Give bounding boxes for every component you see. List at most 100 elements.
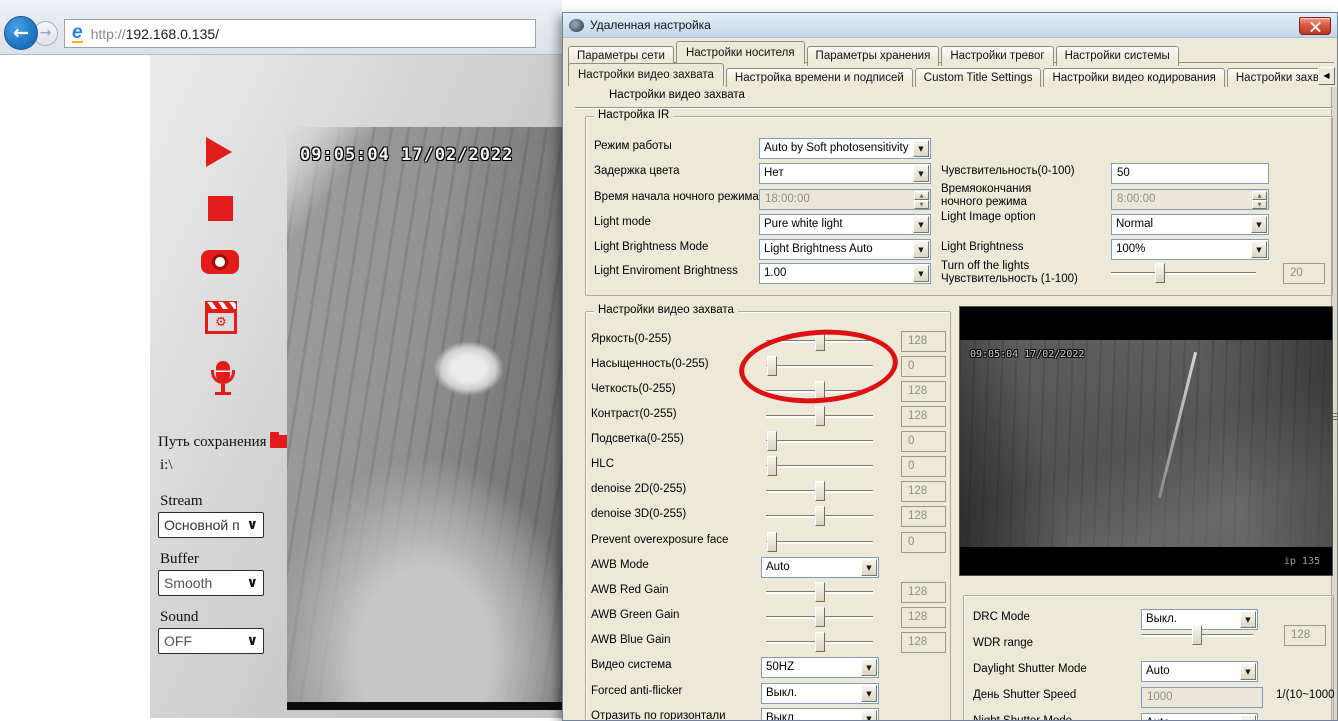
tab-media[interactable]: Настройки носителя [676, 41, 805, 64]
gear-icon: ⚙ [205, 310, 237, 334]
chevron-down-icon: ▼ [1240, 663, 1256, 680]
chevron-down-icon: ∨ [247, 517, 258, 533]
denoise-2d-slider[interactable] [766, 481, 873, 502]
brightness-value: 128 [901, 331, 946, 352]
live-video: 09:05:04 17/02/2022 [287, 127, 562, 710]
sensitivity-input[interactable]: 50 [1111, 163, 1269, 184]
ie-icon: e [72, 24, 83, 43]
preview-timestamp: 09:05:04 17/02/2022 [970, 349, 1084, 360]
ir-group-legend: Настройка IR [594, 109, 673, 121]
capture-group-legend: Настройки видео захвата [594, 304, 738, 316]
chevron-down-icon: ▼ [913, 241, 929, 258]
prevent-overexposure-slider[interactable] [766, 532, 873, 553]
slider-thumb[interactable] [767, 431, 777, 451]
tab-scroll-left-button[interactable]: ◀ [1318, 67, 1335, 85]
light-mode-combo[interactable]: Pure white light ▼ [759, 214, 931, 235]
clapperboard-icon [205, 301, 237, 310]
chevron-down-icon: ▼ [913, 165, 929, 182]
forward-icon: → [40, 25, 52, 41]
anti-flicker-combo[interactable]: Выкл. ▼ [761, 683, 879, 704]
buffer-select[interactable]: Smooth ∨ [158, 570, 264, 596]
slider-thumb[interactable] [815, 632, 825, 652]
awb-red-slider[interactable] [766, 582, 873, 603]
tab-video-capture[interactable]: Настройки видео захвата [568, 63, 724, 86]
slider-thumb[interactable] [815, 607, 825, 627]
close-button[interactable] [1299, 17, 1331, 35]
chevron-down-icon: ∨ [247, 575, 258, 591]
awb-green-value: 128 [901, 607, 946, 628]
chevron-down-icon: ▼ [913, 140, 929, 157]
back-button[interactable]: ← [4, 16, 38, 50]
sound-select[interactable]: OFF ∨ [158, 628, 264, 654]
denoise-3d-slider[interactable] [766, 506, 873, 527]
tab-time-osd[interactable]: Настройка времени и подписей [726, 68, 913, 87]
back-icon: ← [13, 22, 29, 44]
spin-down-icon: ▼ [914, 200, 929, 209]
tab-video-encoding[interactable]: Настройки видео кодирования [1043, 68, 1224, 87]
sound-label: Sound [160, 609, 198, 626]
microphone-button[interactable] [210, 361, 236, 401]
slider-thumb[interactable] [815, 406, 825, 426]
webcam-icon [569, 19, 584, 32]
video-timestamp: 09:05:04 17/02/2022 [300, 145, 513, 165]
remote-settings-dialog: Удаленная настройка Параметры сетиНастро… [562, 12, 1338, 721]
color-delay-combo[interactable]: Нет ▼ [759, 163, 931, 184]
address-bar[interactable]: e http://192.168.0.135/ [64, 19, 536, 48]
light-brightness-combo[interactable]: 100% ▼ [1111, 239, 1269, 260]
slider-thumb[interactable] [1192, 625, 1202, 645]
play-button[interactable] [206, 137, 232, 167]
save-path-value: i:\ [160, 457, 173, 474]
separator [575, 107, 1333, 109]
slider-thumb[interactable] [815, 582, 825, 602]
url-host: 192.168.0.135/ [126, 26, 219, 42]
preview-image: 09:05:04 17/02/2022 [960, 340, 1332, 547]
awb-blue-slider[interactable] [766, 632, 873, 653]
arrow-left-icon: ◀ [1323, 71, 1329, 80]
save-path-label: Путь сохранения [158, 434, 291, 451]
daylight-shutter-combo[interactable]: Auto ▼ [1141, 661, 1258, 682]
awb-mode-combo[interactable]: Auto ▼ [761, 557, 879, 578]
contrast-slider[interactable] [766, 406, 873, 427]
tab-image-capture[interactable]: Настройки захвата изобр [1227, 68, 1320, 87]
snapshot-camera-button[interactable] [201, 250, 239, 274]
spin-down-icon: ▼ [1252, 200, 1267, 209]
chevron-down-icon: ▼ [913, 216, 929, 233]
hlc-value: 0 [901, 456, 946, 477]
url-scheme: http:// [91, 26, 126, 42]
denoise-2d-value: 128 [901, 481, 946, 502]
contrast-value: 128 [901, 406, 946, 427]
chevron-down-icon: ▼ [1240, 715, 1256, 721]
camera-lens-icon [212, 254, 228, 270]
chevron-down-icon: ▼ [861, 685, 877, 702]
slider-thumb[interactable] [1155, 263, 1165, 283]
slider-thumb[interactable] [767, 456, 777, 476]
spin-up-icon: ▲ [914, 191, 929, 200]
night-shutter-combo[interactable]: Auto ▼ [1141, 713, 1258, 721]
prevent-overexposure-value: 0 [901, 532, 946, 553]
backlight-slider[interactable] [766, 431, 873, 452]
slider-thumb[interactable] [815, 506, 825, 526]
flip-horizontal-combo[interactable]: Выкл ▼ [761, 708, 879, 721]
light-image-option-combo[interactable]: Normal ▼ [1111, 214, 1269, 235]
awb-green-slider[interactable] [766, 607, 873, 628]
video-system-combo[interactable]: 50HZ ▼ [761, 657, 879, 678]
record-button[interactable]: ⚙ [205, 301, 237, 334]
slider-thumb[interactable] [767, 532, 777, 552]
work-mode-combo[interactable]: Auto by Soft photosensitivity ▼ [759, 138, 931, 159]
scrollbar-grip-icon [1333, 413, 1338, 422]
preview-video: 09:05:04 17/02/2022 ip 135 [959, 306, 1333, 576]
dialog-titlebar[interactable]: Удаленная настройка [563, 13, 1337, 38]
stream-select[interactable]: Основной п ∨ [158, 512, 264, 538]
wdr-range-slider[interactable] [1141, 625, 1253, 646]
stop-button[interactable] [208, 196, 233, 221]
preview-camera-label: ip 135 [1284, 556, 1320, 567]
lights-off-sensitivity-slider[interactable] [1111, 263, 1256, 284]
light-environment-brightness-combo[interactable]: 1.00 ▼ [759, 263, 931, 284]
hlc-slider[interactable] [766, 456, 873, 477]
slider-thumb[interactable] [815, 481, 825, 501]
tab-custom-title[interactable]: Custom Title Settings [915, 68, 1042, 87]
awb-red-value: 128 [901, 582, 946, 603]
chevron-down-icon: ▼ [861, 710, 877, 721]
light-brightness-mode-combo[interactable]: Light Brightness Auto ▼ [759, 239, 931, 260]
chevron-down-icon: ▼ [1251, 241, 1267, 258]
